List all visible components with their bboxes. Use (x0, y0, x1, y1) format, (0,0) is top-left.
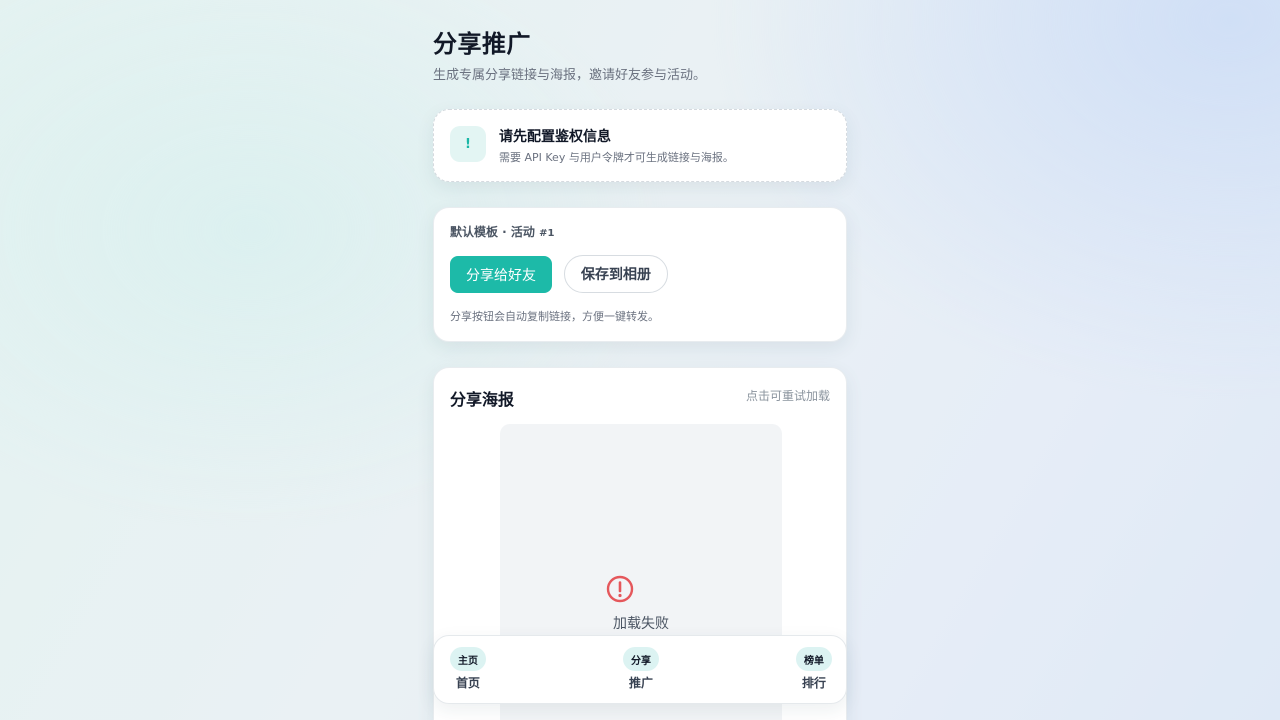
nav-item-share[interactable]: 分享 推广 (611, 647, 671, 695)
auth-notice-card: ! 请先配置鉴权信息 需要 API Key 与用户令牌才可生成链接与海报。 (433, 109, 847, 182)
nav-badge-share: 分享 (623, 647, 659, 671)
retry-hint[interactable]: 点击可重试加载 (746, 387, 830, 404)
nav-badge-home: 主页 (450, 647, 486, 671)
page-subtitle: 生成专属分享链接与海报，邀请好友参与活动。 (433, 68, 707, 83)
template-label: 默认模板 · 活动 #1 (450, 223, 554, 240)
page-title: 分享推广 (433, 30, 531, 58)
nav-label-rank: 排行 (801, 676, 826, 690)
notice-title: 请先配置鉴权信息 (499, 129, 611, 145)
save-to-album-button[interactable]: 保存到相册 (564, 255, 668, 293)
nav-badge-rank: 榜单 (796, 647, 832, 671)
nav-item-rank[interactable]: 榜单 排行 (784, 647, 844, 695)
bottom-nav: 主页 首页 分享 推广 榜单 排行 (433, 635, 847, 704)
share-hint-text: 分享按钮会自动复制链接，方便一键转发。 (450, 310, 659, 323)
nav-label-home: 首页 (455, 676, 480, 690)
template-card: 默认模板 · 活动 #1 分享给好友 保存到相册 分享按钮会自动复制链接，方便一… (433, 207, 847, 342)
template-name: 默认模板 · 活动 (450, 225, 535, 239)
notice-description: 需要 API Key 与用户令牌才可生成链接与海报。 (499, 151, 734, 164)
alert-circle-icon (606, 575, 634, 603)
poster-title: 分享海报 (450, 390, 515, 409)
share-to-friend-button[interactable]: 分享给好友 (450, 256, 552, 293)
exclamation-icon: ! (450, 126, 486, 162)
nav-label-share: 推广 (628, 676, 653, 690)
load-error-text: 加载失败 (613, 616, 669, 632)
activity-number: #1 (539, 228, 555, 239)
nav-item-home[interactable]: 主页 首页 (438, 647, 498, 695)
